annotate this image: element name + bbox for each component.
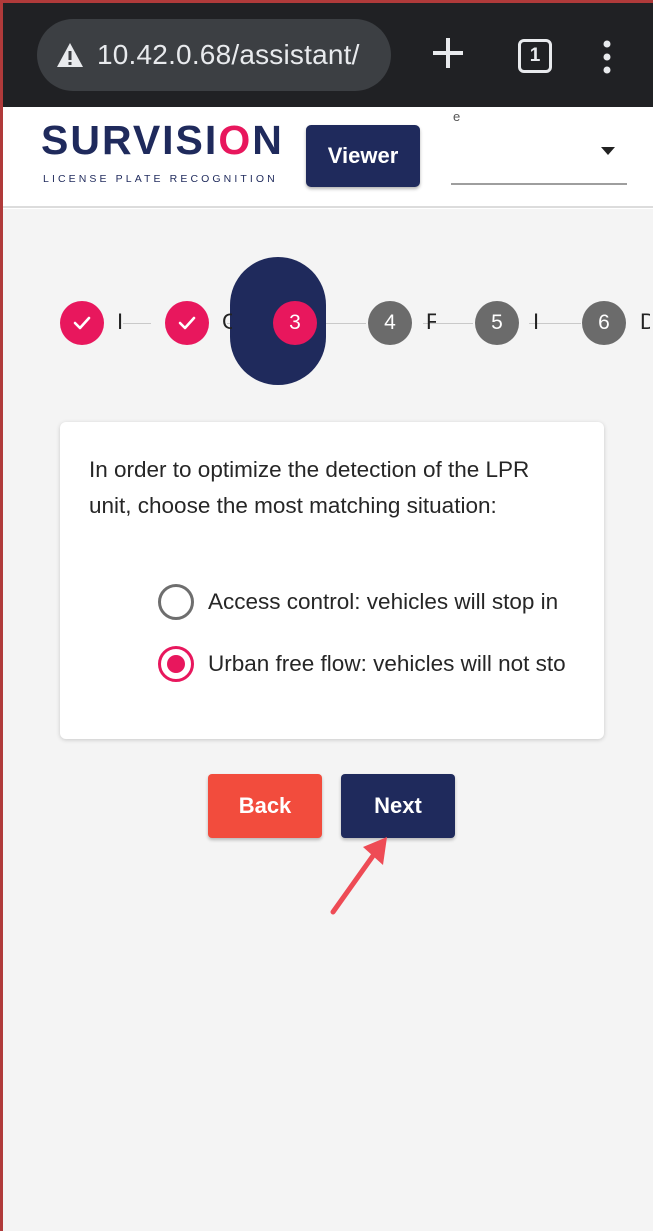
check-icon (178, 316, 196, 330)
logo-wordmark: SURVISION (41, 117, 284, 163)
situation-card: In order to optimize the detection of th… (60, 422, 604, 739)
url-text[interactable]: 10.42.0.68/assistant/ (97, 39, 360, 71)
radio-urban-free-flow[interactable] (158, 646, 194, 682)
step-3-number: 3 (289, 311, 301, 334)
back-button[interactable]: Back (208, 774, 322, 838)
step-2[interactable] (165, 301, 209, 345)
option-urban-free-flow-label[interactable]: Urban free flow: vehicles will not sto (208, 651, 566, 677)
step-5[interactable]: 5 (475, 301, 519, 345)
step-5-label: I (533, 309, 540, 334)
app-header: SURVISION LICENSE PLATE RECOGNITION View… (3, 107, 653, 208)
stepper-connector (123, 323, 151, 324)
step-2-label: C (222, 309, 232, 334)
viewer-button[interactable]: Viewer (306, 125, 420, 187)
step-1-label: I (117, 309, 124, 334)
mode-select[interactable]: e (451, 109, 627, 185)
option-access-control[interactable]: Access control: vehicles will stop in (158, 582, 558, 622)
step-6-label: D (640, 309, 650, 334)
step-3[interactable]: 3 (273, 301, 317, 345)
warning-icon[interactable] (55, 41, 85, 69)
survision-logo[interactable]: SURVISION LICENSE PLATE RECOGNITION (41, 117, 303, 187)
tab-switcher-icon[interactable]: 1 (518, 39, 552, 73)
address-bar[interactable]: 10.42.0.68/assistant/ (37, 19, 391, 91)
overflow-menu-icon[interactable] (601, 39, 613, 75)
check-icon (73, 316, 91, 330)
radio-access-control[interactable] (158, 584, 194, 620)
assistant-content: I C 3 4 F 5 I 6 D In order to optimize t… (3, 209, 653, 1231)
annotation-arrow-icon (330, 837, 387, 915)
tab-count: 1 (529, 45, 541, 66)
step-1[interactable] (60, 301, 104, 345)
option-access-control-label[interactable]: Access control: vehicles will stop in (208, 589, 558, 615)
plus-icon[interactable] (431, 36, 465, 70)
logo-tagline: LICENSE PLATE RECOGNITION (43, 173, 278, 185)
step-4-number: 4 (384, 311, 396, 334)
option-urban-free-flow[interactable]: Urban free flow: vehicles will not sto (158, 644, 566, 684)
step-4[interactable]: 4 (368, 301, 412, 345)
dropdown-arrow-icon[interactable] (601, 147, 615, 155)
select-underline (451, 183, 627, 185)
card-instructions: In order to optimize the detection of th… (89, 457, 530, 518)
select-label: e (453, 109, 461, 124)
browser-toolbar: 10.42.0.68/assistant/ 1 (3, 3, 653, 107)
step-6[interactable]: 6 (582, 301, 626, 345)
step-6-number: 6 (598, 311, 610, 334)
step-4-label: F (426, 309, 436, 334)
step-5-number: 5 (491, 311, 503, 334)
